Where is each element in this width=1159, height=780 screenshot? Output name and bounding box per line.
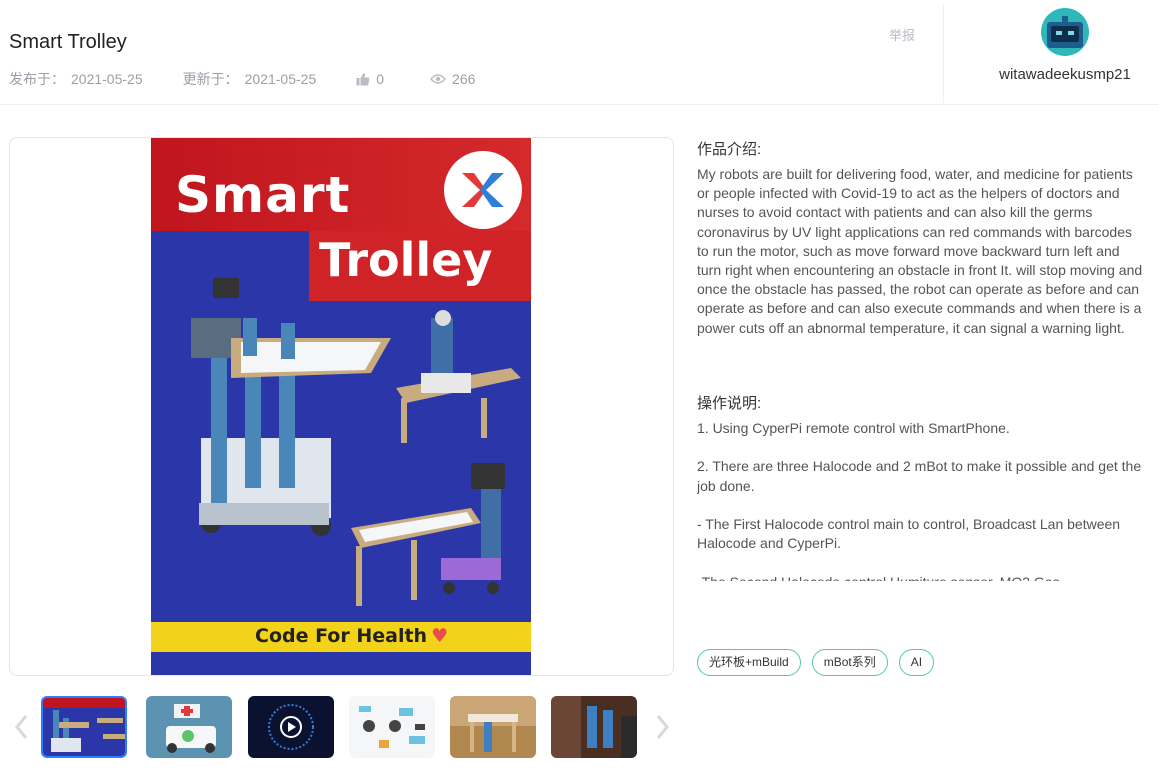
project-description: 作品介绍: My robots are built for delivering…: [697, 138, 1147, 338]
usage-section: 操作说明: 1. Using CyperPi remote control wi…: [697, 392, 1147, 581]
usage-title: 操作说明:: [697, 395, 762, 412]
thumbnail-5-image: [450, 696, 536, 758]
header-divider: [943, 5, 944, 103]
x-logo-icon: [462, 173, 504, 207]
report-link[interactable]: 举报: [889, 25, 915, 44]
thumbnail-strip: [9, 692, 674, 764]
published-info: 发布于： 2021-05-25: [9, 69, 143, 89]
media-viewer[interactable]: Smart Trolley Code For Health ♥: [9, 137, 674, 676]
chevron-right-icon[interactable]: [654, 714, 670, 740]
usage-line: [697, 496, 1147, 515]
view-count: 266: [430, 71, 475, 87]
usage-line: 1. Using CyperPi remote control with Sma…: [697, 420, 1010, 436]
author-username[interactable]: witawadeekusmp21: [990, 66, 1140, 83]
tag-item[interactable]: mBot系列: [811, 649, 888, 676]
thumbnail-4[interactable]: [349, 696, 435, 758]
thumbnail-1-image: [43, 698, 125, 756]
tag-item[interactable]: 光环板+mBuild: [697, 649, 801, 676]
robot-trolley-illustration: [191, 278, 521, 606]
published-label: 发布于：: [9, 71, 65, 87]
usage-line: [697, 438, 1147, 457]
view-count-value: 266: [452, 71, 476, 87]
intro-text: My robots are built for delivering food,…: [697, 166, 1143, 336]
project-poster-image: Smart Trolley Code For Health ♥: [151, 138, 531, 675]
thumbs-up-icon: [356, 73, 370, 86]
usage-line: [697, 553, 1147, 572]
usage-text: 1. Using CyperPi remote control with Sma…: [697, 419, 1147, 581]
thumbnail-3-image: [248, 696, 334, 758]
thumbnail-2-image: [146, 696, 232, 758]
updated-date: 2021-05-25: [244, 71, 317, 87]
updated-label: 更新于：: [182, 71, 239, 87]
poster-title-line1: Smart: [175, 166, 351, 224]
poster-caption: Code For Health ♥: [255, 625, 449, 647]
thumbnail-1[interactable]: [41, 696, 127, 758]
usage-line: - The First Halocode control main to con…: [697, 515, 1121, 552]
heart-icon: ♥: [431, 625, 449, 647]
chevron-left-icon[interactable]: [14, 714, 30, 740]
project-header: Smart Trolley 发布于： 2021-05-25 更新于： 2021-…: [0, 0, 1159, 105]
avatar[interactable]: [1041, 8, 1089, 56]
usage-line: 2. There are three Halocode and 2 mBot t…: [697, 458, 1142, 494]
thumbnail-5[interactable]: [450, 696, 536, 758]
project-title: Smart Trolley: [9, 31, 127, 53]
thumbnail-3-video[interactable]: [248, 696, 334, 758]
tag-item[interactable]: AI: [898, 649, 935, 676]
robot-avatar-icon: [1047, 16, 1083, 48]
tag-list: 光环板+mBuild mBot系列 AI: [697, 649, 945, 676]
intro-title: 作品介绍:: [697, 141, 762, 158]
like-count-value: 0: [376, 71, 385, 87]
thumbnail-4-image: [349, 696, 435, 758]
usage-line: -The Second Halocode control Humiture se…: [697, 573, 1147, 581]
eye-icon: [430, 74, 446, 84]
published-date: 2021-05-25: [71, 71, 143, 87]
thumbnail-2[interactable]: [146, 696, 232, 758]
project-meta: 发布于： 2021-05-25 更新于： 2021-05-25 0 266: [9, 69, 475, 89]
thumbnail-6[interactable]: [551, 696, 637, 758]
updated-info: 更新于： 2021-05-25: [183, 69, 317, 89]
poster-logo: [444, 151, 522, 229]
like-count[interactable]: 0: [356, 71, 384, 87]
thumbnail-6-image: [551, 696, 637, 758]
